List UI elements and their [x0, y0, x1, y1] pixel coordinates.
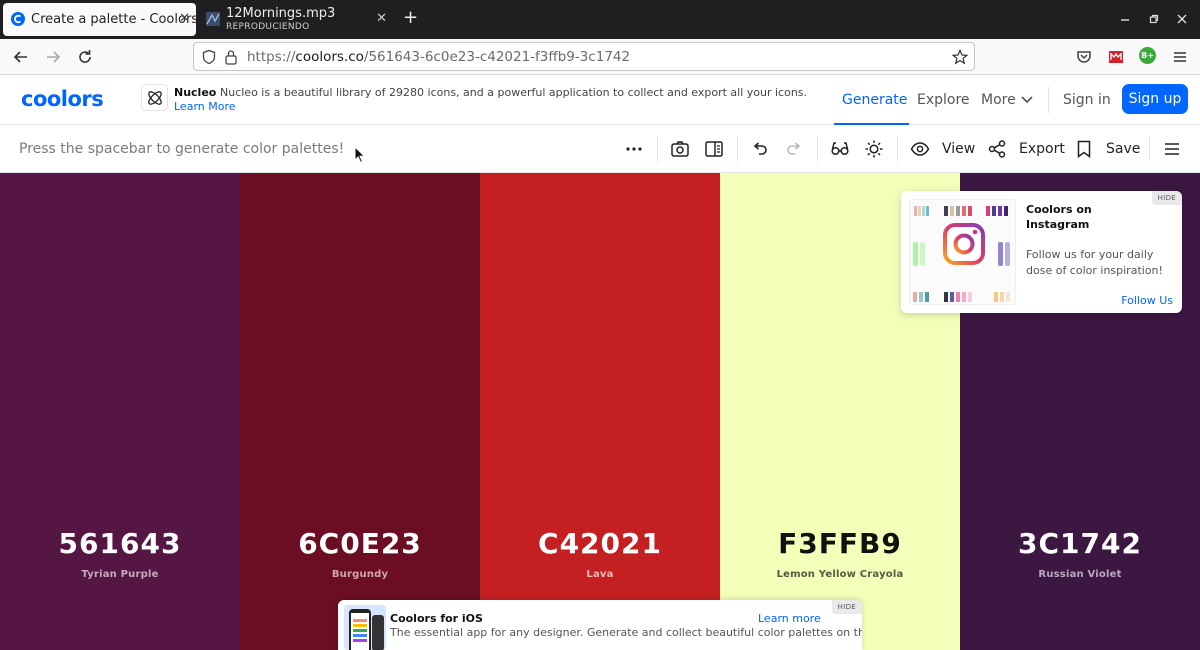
media-favicon-icon — [206, 12, 220, 26]
glasses-icon[interactable] — [830, 139, 850, 159]
forward-icon[interactable] — [43, 47, 63, 67]
header-divider — [1048, 87, 1049, 113]
palette-color-2[interactable]: 6C0E23 Burgundy — [240, 173, 480, 650]
coolors-favicon-icon — [11, 12, 25, 26]
spacebar-hint: Press the spacebar to generate color pal… — [19, 141, 345, 157]
nav-more-label: More — [981, 92, 1016, 108]
extension-badge-icon[interactable]: B+ — [1139, 47, 1156, 64]
export-button[interactable]: Export — [987, 139, 1065, 159]
shield-icon[interactable] — [201, 49, 217, 65]
color-hex-code[interactable]: 3C1742 — [960, 527, 1200, 560]
color-hex-code[interactable]: 6C0E23 — [240, 527, 480, 560]
color-hex-code[interactable]: F3FFB9 — [720, 527, 960, 560]
more-options-icon[interactable] — [624, 139, 644, 159]
share-icon — [988, 140, 1006, 158]
palette-toolbar: Press the spacebar to generate color pal… — [0, 125, 1200, 173]
instagram-follow-link[interactable]: Follow Us — [1121, 294, 1173, 307]
url-bar[interactable]: https://coolors.co/561643-6c0e23-c42021-… — [193, 42, 975, 71]
undo-icon[interactable] — [750, 139, 770, 159]
chevron-down-icon — [1021, 96, 1033, 104]
nav-signin[interactable]: Sign in — [1063, 92, 1111, 108]
tab-media[interactable]: 12Mornings.mp3 REPRODUCIENDO ✕ — [198, 3, 393, 36]
nav-generate[interactable]: Generate — [842, 92, 907, 108]
restore-icon[interactable] — [1149, 14, 1159, 24]
signup-button[interactable]: Sign up — [1122, 84, 1188, 114]
eye-icon — [910, 142, 930, 156]
hamburger-menu-icon[interactable] — [1170, 47, 1190, 67]
pocket-icon[interactable] — [1074, 47, 1094, 67]
color-name[interactable]: Tyrian Purple — [0, 569, 240, 580]
instagram-promo-card[interactable]: Coolors on Instagram Follow us for your … — [901, 191, 1182, 313]
color-name[interactable]: Lemon Yellow Crayola — [720, 569, 960, 580]
side-panel-icon[interactable] — [704, 139, 724, 159]
nav-explore[interactable]: Explore — [917, 92, 970, 108]
toolbar-divider — [737, 137, 738, 161]
view-button[interactable]: View — [910, 139, 975, 159]
tab-playing-status: REPRODUCIENDO — [226, 22, 310, 32]
ios-hide-button[interactable]: HIDE — [831, 600, 862, 614]
new-tab-button[interactable]: + — [403, 8, 418, 28]
toolbar-divider — [1149, 137, 1150, 161]
instagram-card-title: Coolors on Instagram — [1026, 203, 1092, 231]
tab-close-icon[interactable]: ✕ — [376, 11, 387, 26]
reload-icon[interactable] — [75, 47, 95, 67]
nucleo-logo-icon[interactable] — [141, 84, 168, 111]
export-label: Export — [1019, 141, 1065, 157]
ios-app-image — [344, 605, 386, 650]
ios-promo-card[interactable]: Coolors for iOS Learn more The essential… — [338, 600, 862, 650]
toolbar-divider — [657, 137, 658, 161]
view-label: View — [942, 141, 976, 157]
menu-icon[interactable] — [1162, 139, 1182, 159]
instagram-hide-button[interactable]: HIDE — [1151, 191, 1182, 205]
tab-title: 12Mornings.mp3 — [226, 6, 336, 21]
bookmark-star-icon[interactable] — [952, 49, 968, 65]
browser-navbar: https://coolors.co/561643-6c0e23-c42021-… — [0, 39, 1200, 75]
promo-text: Nucleo is a beautiful library of 29280 i… — [220, 86, 808, 99]
toolbar-divider — [897, 137, 898, 161]
tab-close-icon[interactable]: ✕ — [179, 11, 190, 26]
redo-icon[interactable] — [784, 139, 804, 159]
camera-icon[interactable] — [670, 139, 690, 159]
url-text: https://coolors.co/561643-6c0e23-c42021-… — [247, 49, 631, 65]
promo-brand: Nucleo — [174, 86, 217, 99]
instagram-promo-image — [909, 199, 1016, 305]
back-icon[interactable] — [11, 47, 31, 67]
promo-learn-more-link[interactable]: Learn More — [174, 100, 236, 113]
app-header: coolors Nucleo Nucleo is a beautiful lib… — [0, 75, 1200, 125]
toolbar-divider — [817, 137, 818, 161]
nav-more[interactable]: More — [981, 92, 1033, 108]
ios-learn-more-link[interactable]: Learn more — [758, 612, 821, 625]
close-window-icon[interactable] — [1177, 14, 1187, 24]
color-hex-code[interactable]: 561643 — [0, 527, 240, 560]
minimize-icon[interactable] — [1120, 14, 1130, 24]
color-hex-code[interactable]: C42021 — [480, 527, 720, 560]
ios-card-text: The essential app for any designer. Gene… — [390, 626, 862, 639]
color-name[interactable]: Lava — [480, 569, 720, 580]
palette-color-1[interactable]: 561643 Tyrian Purple — [0, 173, 240, 650]
mouse-cursor-icon — [354, 146, 366, 164]
color-name[interactable]: Burgundy — [240, 569, 480, 580]
instagram-card-text: Follow us for your daily dose of color i… — [1026, 248, 1163, 277]
color-name[interactable]: Russian Violet — [960, 569, 1200, 580]
extension-red-icon[interactable] — [1106, 47, 1126, 67]
brightness-icon[interactable] — [864, 139, 884, 159]
lock-icon[interactable] — [224, 49, 238, 65]
tab-title: Create a palette - Coolors — [31, 12, 199, 27]
bookmark-icon — [1077, 140, 1091, 158]
palette-color-3[interactable]: C42021 Lava — [480, 173, 720, 650]
coolors-logo[interactable]: coolors — [21, 87, 104, 111]
tab-coolors[interactable]: Create a palette - Coolors ✕ — [3, 3, 199, 36]
save-button[interactable]: Save — [1074, 139, 1140, 159]
save-label: Save — [1106, 141, 1141, 157]
ios-card-title: Coolors for iOS — [390, 612, 483, 625]
browser-tabstrip: Create a palette - Coolors ✕ 12Mornings.… — [0, 0, 1200, 39]
